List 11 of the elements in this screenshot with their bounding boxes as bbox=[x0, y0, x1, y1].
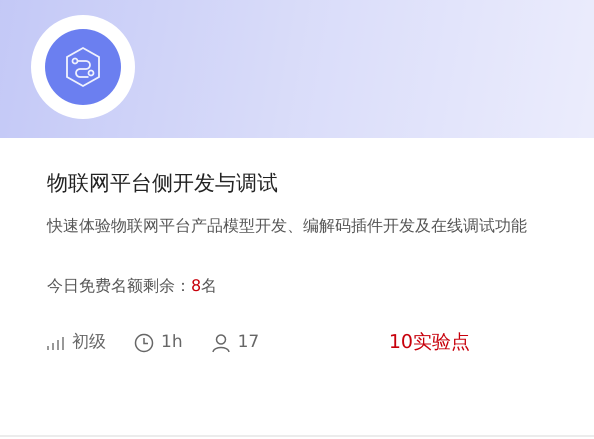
clock-icon bbox=[134, 332, 154, 353]
difficulty-label: 初级 bbox=[72, 330, 106, 354]
course-card[interactable]: 物联网平台侧开发与调试 快速体验物联网平台产品模型开发、编解码插件开发及在线调试功能 今日免费名额剩余：8名 初级 1h 17 10实验点 bbox=[0, 0, 594, 437]
duration-label: 1h bbox=[161, 330, 183, 354]
learner-count: 17 bbox=[238, 330, 260, 354]
free-quota-text: 今日免费名额剩余：8名 bbox=[47, 275, 218, 298]
person-icon bbox=[210, 332, 231, 353]
price-label: 10实验点 bbox=[388, 330, 470, 356]
signal-icon bbox=[47, 336, 65, 350]
course-title: 物联网平台侧开发与调试 bbox=[47, 170, 279, 197]
course-description: 快速体验物联网平台产品模型开发、编解码插件开发及在线调试功能 bbox=[47, 215, 528, 238]
